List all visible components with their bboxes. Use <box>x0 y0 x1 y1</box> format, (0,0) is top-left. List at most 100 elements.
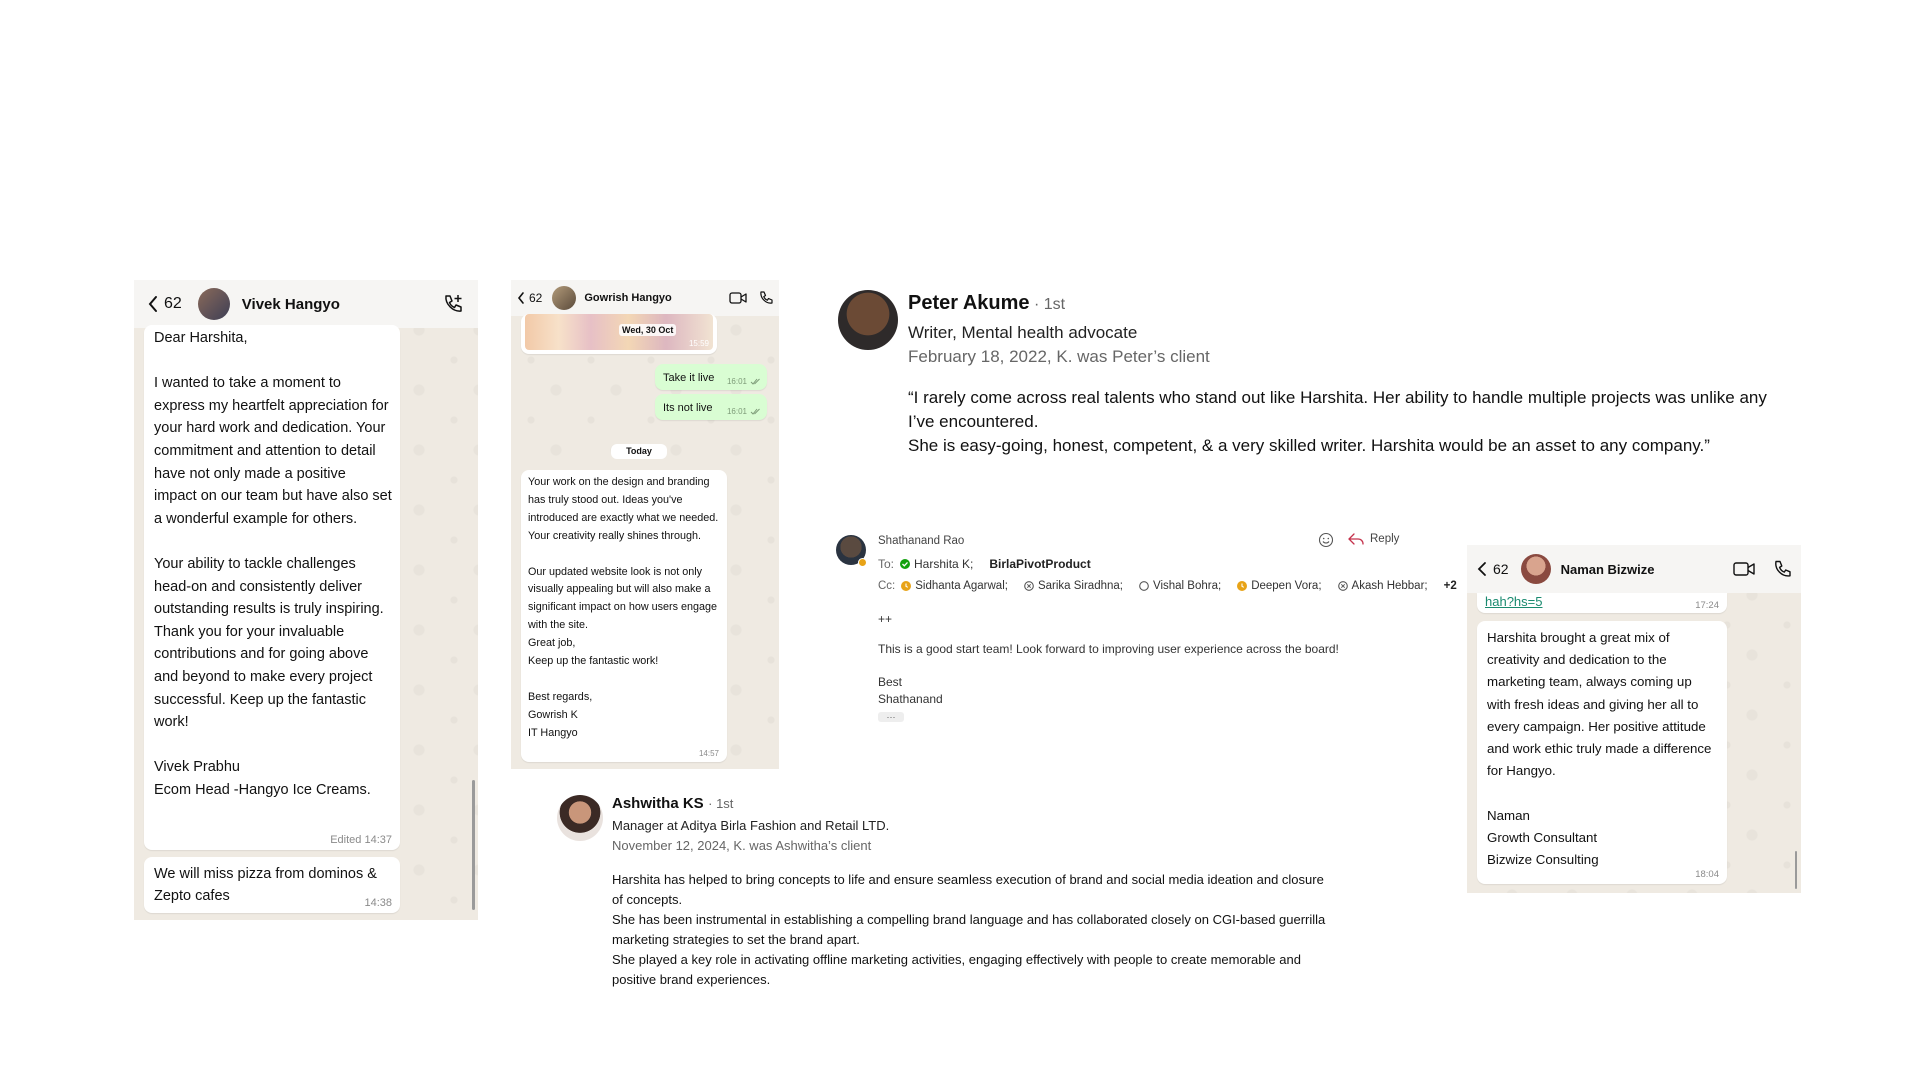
recipient-name: Deepen Vora; <box>1251 580 1322 592</box>
back-button[interactable]: 62 <box>148 295 182 313</box>
avatar[interactable] <box>1520 554 1551 584</box>
chat-vivek: 62 Vivek Hangyo Dear Harshita, I wanted … <box>134 280 478 920</box>
recipient[interactable]: Harshita K; <box>900 557 973 571</box>
connection-degree: · 1st <box>708 796 734 811</box>
recommendation-ashwitha: Ashwitha KS · 1st Manager at Aditya Birl… <box>557 795 1337 995</box>
chat-header: 62 Vivek Hangyo <box>134 280 478 328</box>
email-message: Shathanand Rao Reply To: Harshita K; Bir… <box>836 530 1457 730</box>
recipient-name: Sidhanta Agarwal; <box>915 580 1008 592</box>
recommendation-text: Harshita has helped to bring concepts to… <box>612 872 1326 987</box>
email-signoff: Best Shathanand <box>878 675 943 706</box>
show-more-button[interactable]: ··· <box>878 712 904 722</box>
recipient-name: Akash Hebbar; <box>1351 580 1428 592</box>
recommendation-meta: November 12, 2024, K. was Ashwitha’s cli… <box>612 838 872 853</box>
cc-row: Cc: Sidhanta Agarwal; Sarika Siradhna; V… <box>878 580 1457 592</box>
recipient[interactable]: Akash Hebbar; <box>1337 580 1428 592</box>
reply-button[interactable]: Reply <box>1348 532 1399 546</box>
message-text: Its not live <box>663 402 713 414</box>
contact-name[interactable]: Naman Bizwize <box>1561 562 1655 577</box>
recipient-name: Vishal Bohra; <box>1152 580 1222 592</box>
recipient[interactable]: Sarika Siradhna; <box>1024 580 1123 592</box>
avatar[interactable] <box>552 286 577 310</box>
message-time: 14:38 <box>364 897 392 909</box>
recommender-headline: Manager at Aditya Birla Fashion and Reta… <box>612 818 890 833</box>
to-label: To: <box>878 557 895 571</box>
scrollbar[interactable] <box>472 780 475 910</box>
cc-label: Cc: <box>878 580 896 592</box>
image-date: Wed, 30 Oct <box>619 324 677 336</box>
read-receipt-icon <box>750 408 761 415</box>
image-message[interactable]: Wed, 30 Oct 15:59 <box>521 314 717 354</box>
back-button[interactable]: 62 <box>517 291 542 305</box>
contact-name[interactable]: Vivek Hangyo <box>242 296 340 313</box>
away-status-icon <box>1237 581 1248 591</box>
back-button[interactable]: 62 <box>1477 561 1509 577</box>
message-time: 14:57 <box>698 749 719 758</box>
outgoing-message[interactable]: Take it live 16:01 <box>655 364 767 390</box>
recommender-name[interactable]: Ashwitha KS <box>612 795 704 812</box>
message-time: 16:01 <box>726 377 747 386</box>
recipient[interactable]: Deepen Vora; <box>1237 580 1322 592</box>
avatar[interactable] <box>838 290 898 350</box>
offline-status-icon <box>1139 581 1149 591</box>
offline-status-icon <box>1337 581 1348 591</box>
message-time: 18:04 <box>1695 869 1719 880</box>
message-bubble[interactable]: We will miss pizza from dominos & Zepto … <box>144 857 400 913</box>
emoji-icon[interactable] <box>1318 532 1334 548</box>
scrollbar[interactable] <box>1795 851 1797 889</box>
connection-degree: · 1st <box>1034 296 1066 313</box>
outgoing-message[interactable]: Its not live 16:01 <box>655 394 767 420</box>
chevron-left-icon <box>517 291 525 305</box>
message-bubble[interactable]: Harshita brought a great mix of creativi… <box>1477 621 1727 884</box>
sender-name[interactable]: Shathanand Rao <box>878 535 964 547</box>
avatar[interactable] <box>557 795 603 841</box>
recommendation-peter: Peter Akume · 1st Writer, Mental health … <box>838 290 1788 460</box>
message-bubble[interactable]: Your work on the design and branding has… <box>521 470 727 762</box>
chat-header: 62 Naman Bizwize <box>1467 545 1801 593</box>
phone-icon[interactable] <box>759 291 773 305</box>
chevron-left-icon <box>1477 561 1487 577</box>
away-status-icon <box>901 581 912 591</box>
presence-indicator <box>858 558 867 567</box>
video-call-icon[interactable] <box>1733 561 1755 577</box>
message-time: 16:01 <box>726 407 747 416</box>
recommender-name[interactable]: Peter Akume <box>908 292 1030 314</box>
available-status-icon <box>900 559 911 569</box>
recipient-name: BirlaPivotProduct <box>989 557 1091 571</box>
message-text: Dear Harshita, I wanted to take a moment… <box>154 330 392 798</box>
reply-label: Reply <box>1370 533 1400 545</box>
video-call-icon[interactable] <box>729 291 747 305</box>
recipient-group[interactable]: BirlaPivotProduct <box>989 557 1090 571</box>
recipient-name: Sarika Siradhna; <box>1037 580 1123 592</box>
message-time: Edited 14:37 <box>330 834 392 846</box>
offline-status-icon <box>1024 581 1034 591</box>
unread-count: 62 <box>1493 561 1509 577</box>
more-recipients-button[interactable]: +2 <box>1444 580 1457 592</box>
chat-gowrish: 62 Gowrish Hangyo Wed, 30 Oct 15:59 Take… <box>511 280 779 769</box>
link-message[interactable]: hah?hs=5 17:24 <box>1477 593 1727 613</box>
contact-name[interactable]: Gowrish Hangyo <box>584 292 671 304</box>
unread-count: 62 <box>164 295 182 312</box>
image-time: 15:59 <box>688 339 709 348</box>
message-link[interactable]: hah?hs=5 <box>1485 594 1542 609</box>
recipient-name: Harshita K; <box>914 557 974 571</box>
message-text: Take it live <box>663 372 715 384</box>
recipient[interactable]: Vishal Bohra; <box>1139 580 1221 592</box>
unread-count: 62 <box>529 291 543 305</box>
avatar[interactable] <box>197 288 230 320</box>
day-divider: Today <box>611 444 667 459</box>
email-body-plus: ++ <box>878 612 893 626</box>
message-text: We will miss pizza from dominos & Zepto … <box>154 866 377 904</box>
message-text: Harshita brought a great mix of creativi… <box>1487 630 1712 868</box>
recommendation-meta: February 18, 2022, K. was Peter’s client <box>908 347 1210 366</box>
phone-icon[interactable] <box>1773 560 1791 578</box>
to-row: To: Harshita K; BirlaPivotProduct <box>878 557 1101 571</box>
recommendation-text: “I rarely come across real talents who s… <box>908 388 1767 455</box>
recipient[interactable]: Sidhanta Agarwal; <box>901 580 1008 592</box>
reply-icon <box>1348 532 1364 546</box>
message-bubble[interactable]: Dear Harshita, I wanted to take a moment… <box>144 325 400 850</box>
chevron-left-icon <box>148 295 158 313</box>
message-text: Your work on the design and branding has… <box>528 476 719 739</box>
read-receipt-icon <box>750 378 761 385</box>
add-call-icon[interactable] <box>442 293 464 315</box>
